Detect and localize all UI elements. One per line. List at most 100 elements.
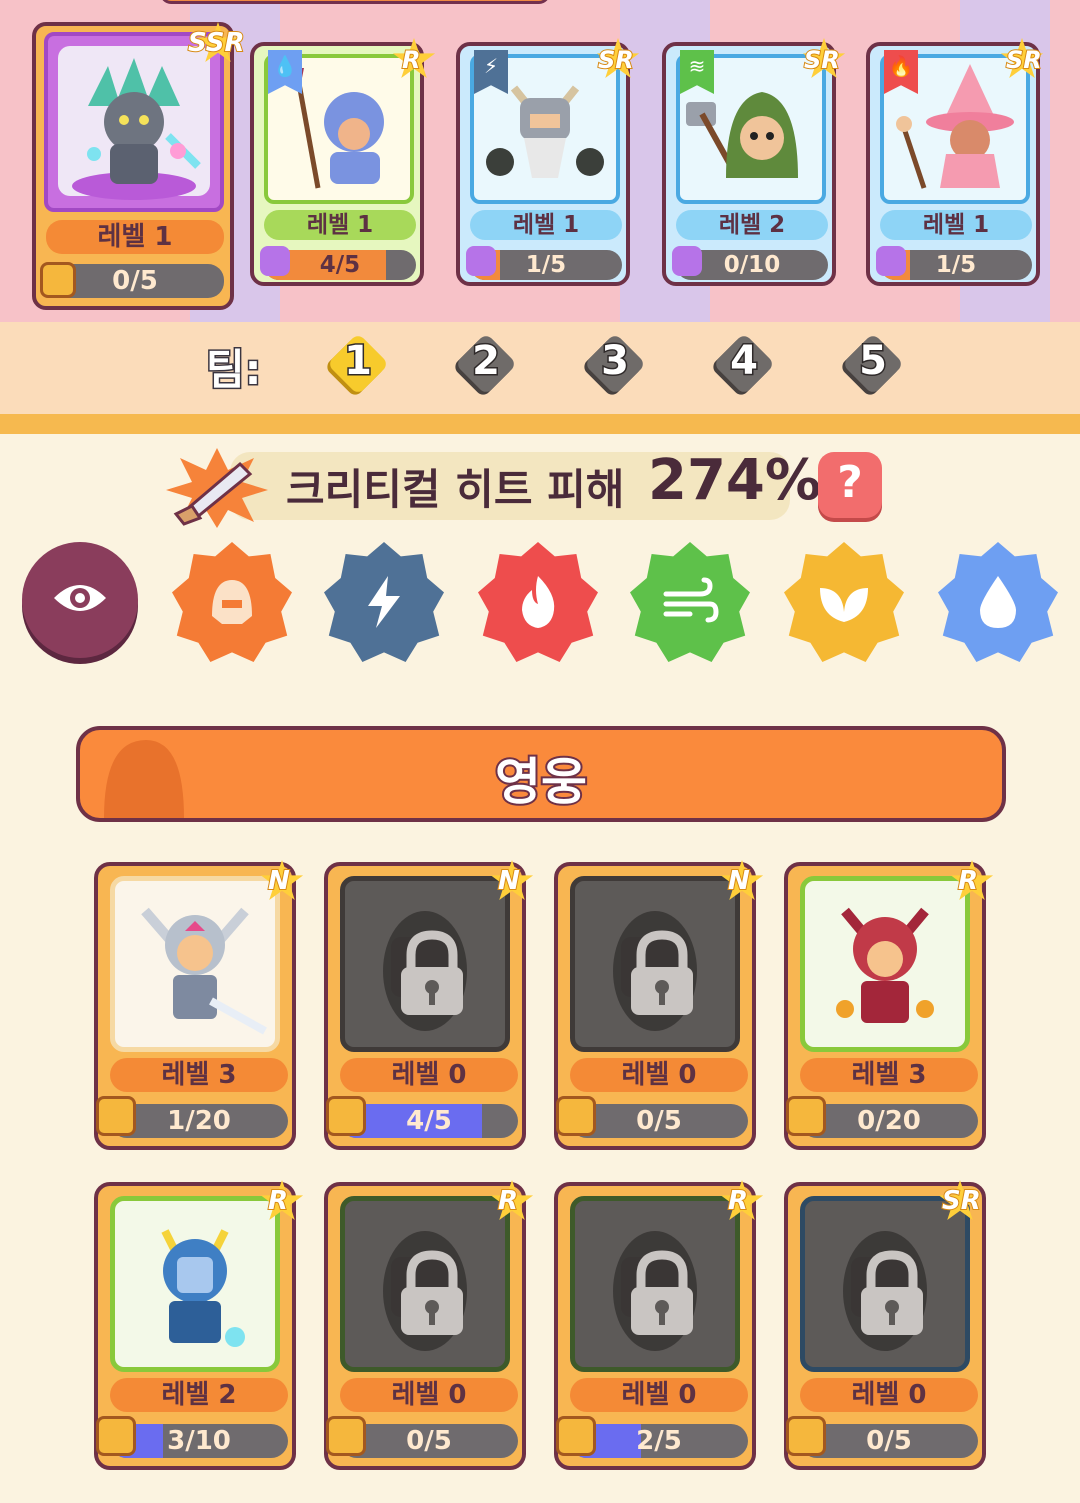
filter-wind-button[interactable] [630,542,750,662]
hero-card[interactable]: SR 레벨 0 0/5 [784,1180,986,1470]
team-slot-1[interactable]: 1 [326,332,390,396]
lock-icon [861,1250,923,1335]
progress-text: 0/5 [406,1426,452,1456]
hero-shard-progress: 2/5 [570,1424,748,1458]
puzzle-piece-icon [96,1096,136,1136]
filter-lightning-button[interactable] [324,542,444,662]
hero-shard-progress: 0/5 [800,1424,978,1458]
sword-burst-icon [166,448,268,528]
hero-card[interactable]: N 레벨 3 1/20 [94,860,304,1150]
leaf-icon [820,588,868,622]
hero-level: 레벨 1 [46,220,224,254]
filter-leaf-button[interactable] [784,542,904,662]
hero-card[interactable]: R 레벨 0 0/5 [324,1180,534,1470]
rarity-badge: R [727,1185,749,1217]
rarity-badge: N [727,865,751,897]
hero-level: 레벨 0 [570,1058,748,1092]
team-hero-card[interactable]: 🔥 SR 레벨 1 1/5 [866,38,1044,286]
lock-icon [631,1250,693,1335]
winged-knight-icon [141,907,267,1035]
hero-shard-progress: 3/10 [110,1424,288,1458]
hero-level: 레벨 3 [110,1058,288,1092]
team-slot-2[interactable]: 2 [454,332,518,396]
wind-icon [663,577,719,623]
filter-water-button[interactable] [938,542,1058,662]
fire-icon [522,576,555,628]
filter-class-button[interactable] [172,542,292,662]
hero-level: 레벨 1 [264,210,416,240]
puzzle-piece-icon [96,1416,136,1456]
hero-level: 레벨 3 [800,1058,978,1092]
puzzle-piece-icon [672,246,702,276]
red-warrior-icon [836,907,934,1023]
team-slot-5[interactable]: 5 [841,332,905,396]
rarity-badge: R [267,1185,289,1217]
crit-damage-value: 274% [648,448,822,513]
puzzle-piece-icon [786,1096,826,1136]
progress-text: 3/10 [167,1426,231,1456]
rarity-badge: SR [803,45,841,75]
hero-level: 레벨 1 [470,210,622,240]
hero-level: 레벨 2 [110,1378,288,1412]
team-hero-card[interactable]: ≋ SR 레벨 2 0/10 [662,38,846,286]
hero-card[interactable]: N 레벨 0 4/5 [324,860,534,1150]
filter-fire-button[interactable] [478,542,598,662]
puzzle-piece-icon [326,1416,366,1456]
hero-level: 레벨 0 [800,1378,978,1412]
top-banner [160,0,550,4]
hero-card[interactable]: R 레벨 2 3/10 [94,1180,304,1470]
rarity-badge: SR [941,1185,982,1217]
hero-portrait [44,32,224,212]
hero-card[interactable]: N 레벨 0 0/5 [554,860,764,1150]
progress-text: 1/20 [167,1106,231,1136]
puzzle-piece-icon [260,246,290,276]
progress-text: 0/20 [857,1106,921,1136]
hero-level: 레벨 2 [676,210,828,240]
hero-portrait [570,876,740,1052]
rarity-badge: SR [597,45,635,75]
rarity-badge: R [957,865,979,897]
rarity-badge: N [267,865,291,897]
team-slot-4[interactable]: 4 [712,332,776,396]
rarity-badge: SR [1005,45,1043,75]
hero-portrait [800,876,970,1052]
progress-text: 0/5 [636,1106,682,1136]
hero-level: 레벨 0 [570,1378,748,1412]
lock-icon [401,930,463,1015]
hero-shard-progress: 0/5 [570,1104,748,1138]
help-button[interactable]: ? [818,452,882,518]
team-label: 팀: [204,344,262,396]
progress-text: 0/5 [866,1426,912,1456]
hero-shard-progress: 0/20 [800,1104,978,1138]
rarity-badge: R [401,45,422,75]
hero-portrait [340,876,510,1052]
hero-shard-progress: 0/5 [340,1424,518,1458]
team-selector-bar [0,322,1080,414]
crit-damage-label: 크리티컬 히트 피해 [286,465,625,514]
divider [0,414,1080,434]
puzzle-piece-icon [556,1096,596,1136]
section-title: 영웅 [493,751,589,813]
progress-text: 2/5 [636,1426,682,1456]
crystal-knight-icon [58,46,210,200]
lightning-icon [368,576,400,628]
hero-card[interactable]: R 레벨 0 2/5 [554,1180,764,1470]
eye-icon [54,585,106,611]
team-hero-card[interactable]: 💧 R 레벨 1 4/5 [250,38,436,286]
hero-level: 레벨 1 [880,210,1032,240]
hero-level: 레벨 0 [340,1378,518,1412]
hero-card[interactable]: R 레벨 3 0/20 [784,860,994,1150]
team-hero-card[interactable]: ⚡ SR 레벨 1 1/5 [456,38,640,286]
helmet-icon [212,580,252,624]
puzzle-piece-icon [786,1416,826,1456]
hero-portrait [570,1196,740,1372]
puzzle-piece-icon [466,246,496,276]
lock-icon [631,930,693,1015]
team-hero-card[interactable]: SSR 레벨 1 0/5 [32,22,246,310]
view-toggle-button[interactable] [22,542,138,658]
team-slot-3[interactable]: 3 [583,332,647,396]
ice-knight-icon [161,1229,245,1347]
puzzle-piece-icon [326,1096,366,1136]
hero-portrait [110,1196,280,1372]
puzzle-piece-icon [556,1416,596,1456]
